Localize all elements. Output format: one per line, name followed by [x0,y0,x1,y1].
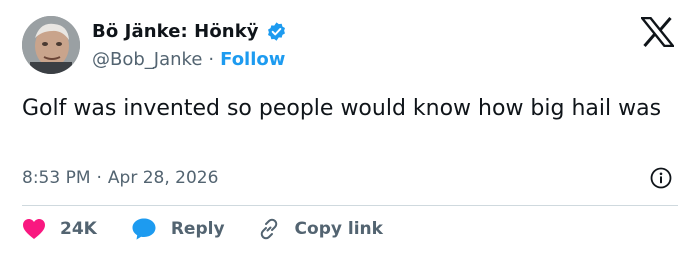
separator-dot: · [208,48,215,70]
reply-button[interactable]: Reply [131,217,225,241]
tweet-text: Golf was invented so people would know h… [22,96,662,121]
x-logo-icon[interactable] [639,16,676,48]
link-icon [257,217,281,241]
tweet-time[interactable]: 8:53 PM [22,168,91,188]
info-icon[interactable] [650,167,672,189]
display-name[interactable]: Bö Jänke: Hönkÿ [92,21,259,42]
reply-label: Reply [170,219,225,239]
reply-bubble-icon [131,217,157,241]
copy-link-button[interactable]: Copy link [257,217,383,241]
separator-dot: · [96,168,102,188]
action-bar: 24K Reply Copy link [22,213,383,245]
heart-icon [22,218,46,240]
like-button[interactable]: 24K [22,218,97,240]
timestamp: 8:53 PM · Apr 28, 2026 [22,164,218,192]
like-count: 24K [60,219,97,239]
divider [22,205,678,206]
tweet-date[interactable]: Apr 28, 2026 [108,168,219,188]
follow-button[interactable]: Follow [220,49,285,70]
verified-badge-icon [266,21,287,42]
handle-row: @Bob_Janke · Follow [92,46,285,72]
tweet-card: Bö Jänke: Hönkÿ @Bob_Janke · Follow Golf… [0,0,700,256]
copy-link-label: Copy link [294,219,383,239]
name-row: Bö Jänke: Hönkÿ [92,18,287,44]
user-handle[interactable]: @Bob_Janke [92,49,202,70]
avatar[interactable] [22,16,80,74]
